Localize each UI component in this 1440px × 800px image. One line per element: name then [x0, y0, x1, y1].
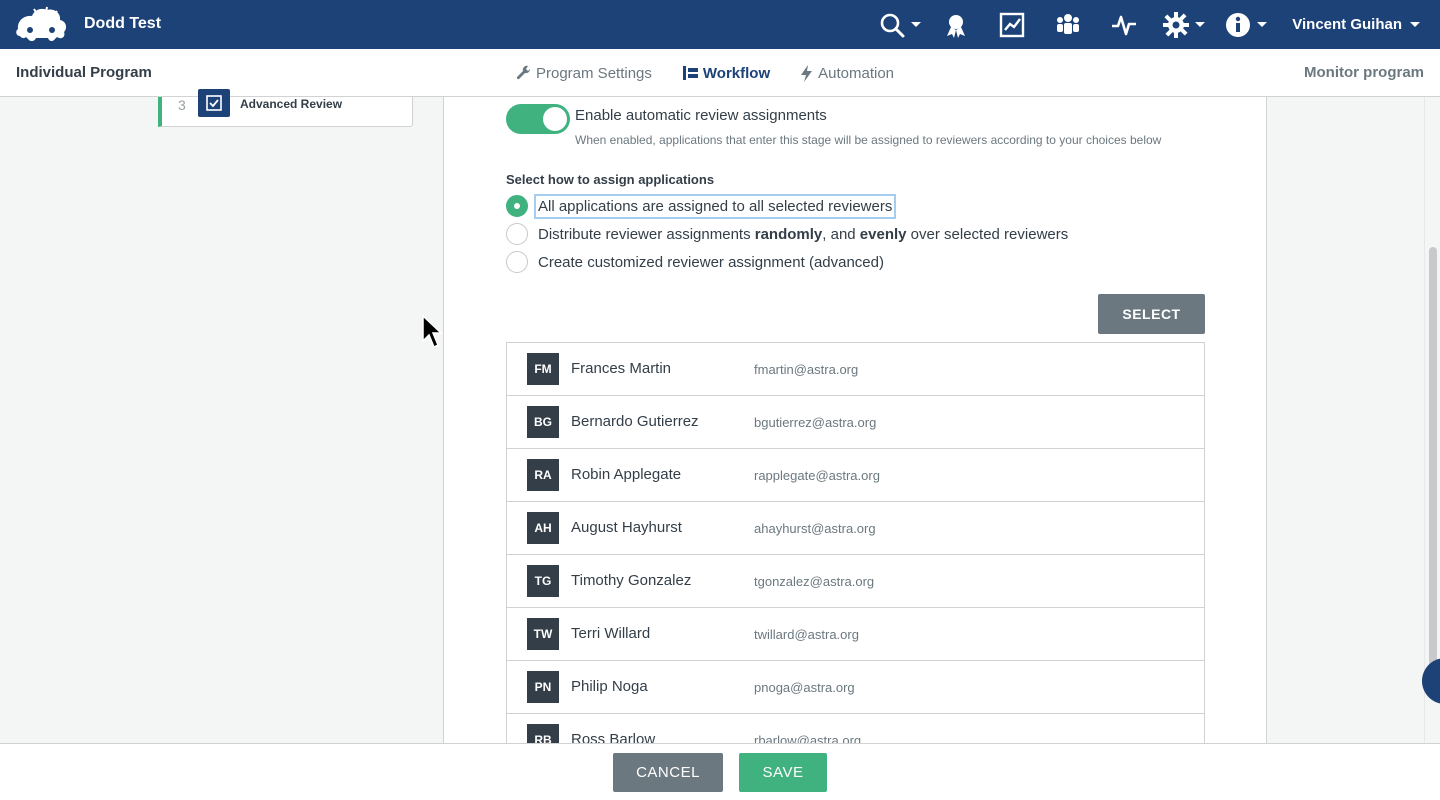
- avatar: RB: [527, 724, 559, 743]
- reviewer-name: August Hayhurst: [571, 519, 682, 536]
- program-title: Individual Program: [16, 64, 152, 81]
- stages-sidebar: 3 Advanced Review: [0, 89, 443, 743]
- award-icon: [947, 14, 966, 38]
- reviewer-name: Terri Willard: [571, 625, 651, 642]
- radio-assign-custom[interactable]: Create customized reviewer assignment (a…: [506, 250, 886, 274]
- reviewer-email: pnoga@astra.org: [754, 680, 855, 695]
- tab-label: Program Settings: [536, 64, 652, 82]
- settings-menu[interactable]: [1152, 0, 1216, 49]
- radio-button[interactable]: [506, 251, 528, 273]
- auto-assign-title: Enable automatic review assignments: [575, 107, 827, 124]
- checkbox-icon: [198, 89, 230, 117]
- top-nav-bar: Dodd Test Vincent Guihan: [0, 0, 1440, 49]
- stage-settings-panel: Enable automatic review assignments When…: [443, 97, 1267, 743]
- reviewer-row[interactable]: RB Ross Barlow rbarlow@astra.org: [507, 714, 1204, 743]
- wrench-icon: [516, 65, 531, 80]
- radio-button[interactable]: [506, 223, 528, 245]
- stage-item-advanced-review[interactable]: 3 Advanced Review: [158, 89, 413, 127]
- radio-label: Distribute reviewer assignments randomly…: [538, 225, 1069, 243]
- avatar: RA: [527, 459, 559, 491]
- info-menu[interactable]: [1216, 0, 1276, 49]
- radio-assign-all[interactable]: All applications are assigned to all sel…: [506, 193, 897, 219]
- tab-workflow[interactable]: Workflow: [682, 65, 770, 82]
- reviewer-row[interactable]: BG Bernardo Gutierrez bgutierrez@astra.o…: [507, 396, 1204, 449]
- awards-button[interactable]: [928, 0, 984, 49]
- right-gutter: [1267, 97, 1440, 743]
- footer-actions: CANCEL SAVE: [0, 743, 1440, 800]
- reviewer-email: tgonzalez@astra.org: [754, 574, 875, 589]
- radio-label: All applications are assigned to all sel…: [533, 193, 897, 219]
- tab-automation[interactable]: Automation: [800, 64, 895, 82]
- reports-button[interactable]: [984, 0, 1040, 49]
- chevron-down-icon: [1410, 22, 1420, 27]
- reviewer-name: Bernardo Gutierrez: [571, 413, 699, 430]
- users-icon: [1057, 13, 1080, 34]
- stage-number: 3: [178, 97, 186, 113]
- chevron-down-icon: [911, 22, 922, 27]
- toggle-knob: [543, 107, 567, 131]
- search-icon: [880, 13, 905, 37]
- reviewer-row[interactable]: TG Timothy Gonzalez tgonzalez@astra.org: [507, 555, 1204, 608]
- bolt-icon: [801, 64, 813, 82]
- reviewer-email: fmartin@astra.org: [754, 362, 859, 377]
- tab-label: Workflow: [702, 64, 771, 82]
- reviewer-email: rapplegate@astra.org: [754, 468, 880, 483]
- user-name: Vincent Guihan: [1292, 16, 1402, 33]
- gear-icon: [1163, 11, 1190, 38]
- search-menu[interactable]: [872, 0, 928, 49]
- reviewer-row[interactable]: TW Terri Willard twillard@astra.org: [507, 608, 1204, 661]
- reviewer-row[interactable]: PN Philip Noga pnoga@astra.org: [507, 661, 1204, 714]
- reviewer-name: Ross Barlow: [571, 731, 656, 743]
- brand-name[interactable]: Dodd Test: [84, 15, 161, 33]
- reviewer-name: Philip Noga: [571, 678, 648, 695]
- radio-button[interactable]: [506, 195, 528, 217]
- logo-icon[interactable]: [14, 6, 68, 44]
- tab-program-settings[interactable]: Program Settings: [516, 65, 652, 82]
- reviewer-row[interactable]: AH August Hayhurst ahayhurst@astra.org: [507, 502, 1204, 555]
- reviewer-row[interactable]: RA Robin Applegate rapplegate@astra.org: [507, 449, 1204, 502]
- page-scrollbar[interactable]: [1424, 97, 1440, 743]
- reviewer-list: FM Frances Martin fmartin@astra.org BG B…: [506, 342, 1205, 743]
- scrollbar-thumb[interactable]: [1429, 247, 1437, 667]
- stage-label: Advanced Review: [240, 97, 343, 111]
- chevron-down-icon: [1257, 22, 1268, 27]
- activity-button[interactable]: [1096, 0, 1152, 49]
- mouse-cursor-icon: [422, 315, 443, 349]
- users-button[interactable]: [1040, 0, 1096, 49]
- cancel-button[interactable]: CANCEL: [613, 753, 723, 792]
- reviewer-name: Frances Martin: [571, 360, 672, 377]
- user-menu[interactable]: Vincent Guihan: [1276, 0, 1440, 49]
- avatar: TG: [527, 565, 559, 597]
- avatar: BG: [527, 406, 559, 438]
- avatar: TW: [527, 618, 559, 650]
- workflow-icon: [682, 66, 698, 80]
- avatar: PN: [527, 671, 559, 703]
- reviewer-name: Timothy Gonzalez: [571, 572, 692, 589]
- auto-assign-description: When enabled, applications that enter th…: [575, 133, 1162, 147]
- reviewer-name: Robin Applegate: [571, 466, 682, 483]
- avatar: AH: [527, 512, 559, 544]
- chevron-down-icon: [1195, 22, 1206, 27]
- program-tabs: Program Settings Workflow Automation: [516, 49, 924, 97]
- reviewer-email: bgutierrez@astra.org: [754, 415, 877, 430]
- nav-icon-group: Vincent Guihan: [872, 0, 1440, 49]
- reviewer-row[interactable]: FM Frances Martin fmartin@astra.org: [507, 343, 1204, 396]
- avatar: FM: [527, 353, 559, 385]
- assign-method-label: Select how to assign applications: [506, 172, 715, 187]
- auto-assign-toggle[interactable]: [506, 104, 570, 134]
- activity-icon: [1112, 15, 1137, 35]
- reviewer-email: twillard@astra.org: [754, 627, 859, 642]
- tab-label: Automation: [818, 64, 895, 82]
- reviewer-email: rbarlow@astra.org: [754, 733, 862, 743]
- radio-assign-random[interactable]: Distribute reviewer assignments randomly…: [506, 222, 1070, 246]
- reviewer-email: ahayhurst@astra.org: [754, 521, 876, 536]
- monitor-program-link[interactable]: Monitor program: [1304, 64, 1424, 81]
- save-button[interactable]: SAVE: [739, 753, 827, 792]
- select-reviewers-button[interactable]: SELECT: [1098, 294, 1205, 334]
- chart-icon: [1000, 12, 1025, 37]
- info-icon: [1226, 12, 1251, 37]
- radio-label: Create customized reviewer assignment (a…: [538, 253, 884, 271]
